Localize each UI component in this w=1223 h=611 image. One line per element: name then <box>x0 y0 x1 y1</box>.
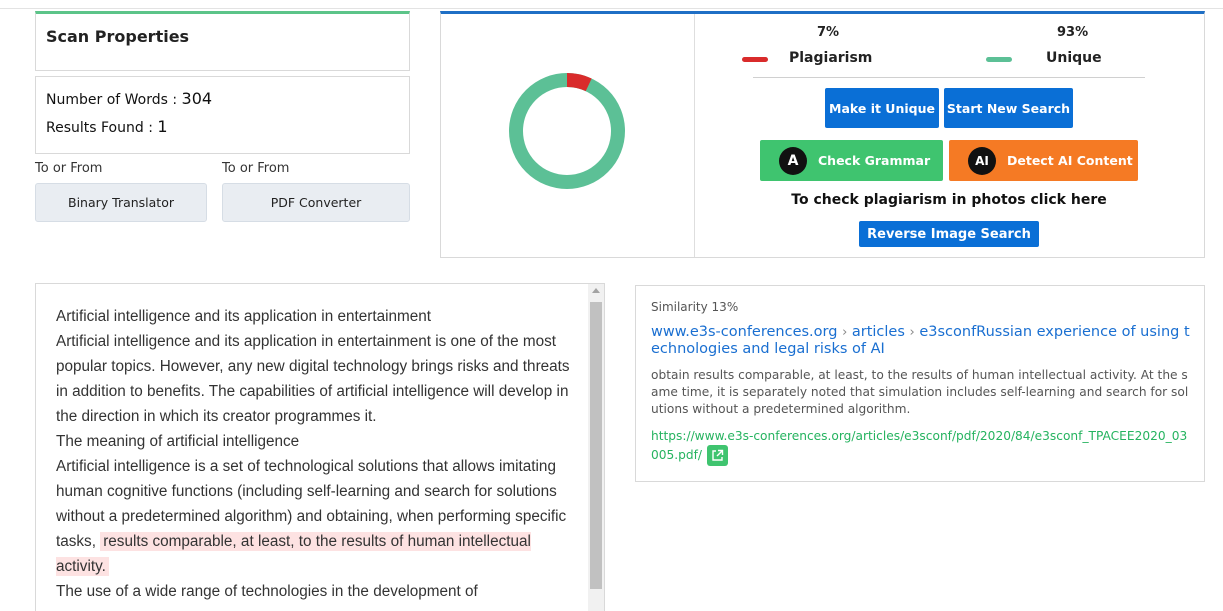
source-title-link[interactable]: www.e3s-conferences.org › articles › e3s… <box>651 324 1191 357</box>
results-found-row: Results Found : 1 <box>46 117 168 136</box>
similarity-percent-label: Similarity 13% <box>651 300 739 314</box>
document-text: Artificial intelligence and its applicat… <box>56 304 576 604</box>
tool-caption-binary: To or From <box>35 161 103 176</box>
similarity-result-card: Similarity 13% www.e3s-conferences.org ›… <box>635 285 1205 482</box>
source-url[interactable]: https://www.e3s-conferences.org/articles… <box>651 429 1187 462</box>
photo-plagiarism-text: To check plagiarism in photos click here <box>791 192 1107 208</box>
words-count-value: 304 <box>181 89 213 108</box>
source-url-row: https://www.e3s-conferences.org/articles… <box>651 428 1191 466</box>
plagiarism-legend-label: Plagiarism <box>789 50 873 66</box>
breadcrumb-separator: › <box>909 325 915 340</box>
document-paragraph: The use of a wide range of technologies … <box>56 583 478 600</box>
make-unique-button[interactable]: Make it Unique <box>825 88 939 128</box>
reverse-image-search-button[interactable]: Reverse Image Search <box>859 221 1039 247</box>
plagiarism-legend-swatch <box>742 57 768 62</box>
start-new-search-button[interactable]: Start New Search <box>944 88 1073 128</box>
results-found-label: Results Found : <box>46 120 158 136</box>
scan-stats-panel: Number of Words : 304 Results Found : 1 <box>35 76 410 154</box>
breadcrumb-separator: › <box>842 325 848 340</box>
source-crumb-articles[interactable]: articles <box>852 324 905 340</box>
binary-translator-button[interactable]: Binary Translator <box>35 183 207 222</box>
top-divider <box>0 8 1223 9</box>
document-scrollbar[interactable] <box>588 284 604 611</box>
unique-legend-label: Unique <box>1046 50 1102 66</box>
tool-caption-pdf: To or From <box>222 161 290 176</box>
document-paragraph: Artificial intelligence and its applicat… <box>56 308 431 325</box>
document-paragraph: Artificial intelligence and its applicat… <box>56 333 570 425</box>
scan-properties-title: Scan Properties <box>46 27 190 46</box>
document-paragraph: The meaning of artificial intelligence <box>56 433 300 450</box>
legend-divider <box>753 77 1145 78</box>
document-paragraph: Artificial intelligence is a set of tech… <box>56 454 576 579</box>
words-count-label: Number of Words : <box>46 92 182 108</box>
donut-unique-segment <box>509 73 625 189</box>
check-grammar-button[interactable]: A Check Grammar <box>760 140 943 181</box>
check-grammar-label: Check Grammar <box>818 153 931 168</box>
grammar-check-icon: A <box>779 146 807 175</box>
detect-ai-button[interactable]: AI Detect AI Content <box>949 140 1138 181</box>
plagiarism-percent: 7% <box>817 25 840 40</box>
plagiarized-highlight[interactable]: results comparable, at least, to the res… <box>56 532 531 576</box>
external-link-icon[interactable] <box>707 445 729 466</box>
ai-detect-icon: AI <box>968 146 996 175</box>
detect-ai-label: Detect AI Content <box>1007 153 1133 168</box>
scroll-up-arrow-icon[interactable] <box>592 288 600 293</box>
plagiarism-donut-chart <box>509 73 625 189</box>
scrollbar-thumb[interactable] <box>590 302 602 589</box>
unique-legend-swatch <box>986 57 1012 62</box>
source-domain[interactable]: www.e3s-conferences.org <box>651 324 837 340</box>
pdf-converter-button[interactable]: PDF Converter <box>222 183 410 222</box>
results-found-value: 1 <box>157 117 168 136</box>
panel-divider <box>694 14 695 257</box>
words-count-row: Number of Words : 304 <box>46 89 212 108</box>
scan-properties-panel: Scan Properties <box>35 11 410 71</box>
document-text-panel: Artificial intelligence and its applicat… <box>35 283 605 611</box>
unique-percent: 93% <box>1057 25 1089 40</box>
source-snippet: obtain results comparable, at least, to … <box>651 368 1189 416</box>
